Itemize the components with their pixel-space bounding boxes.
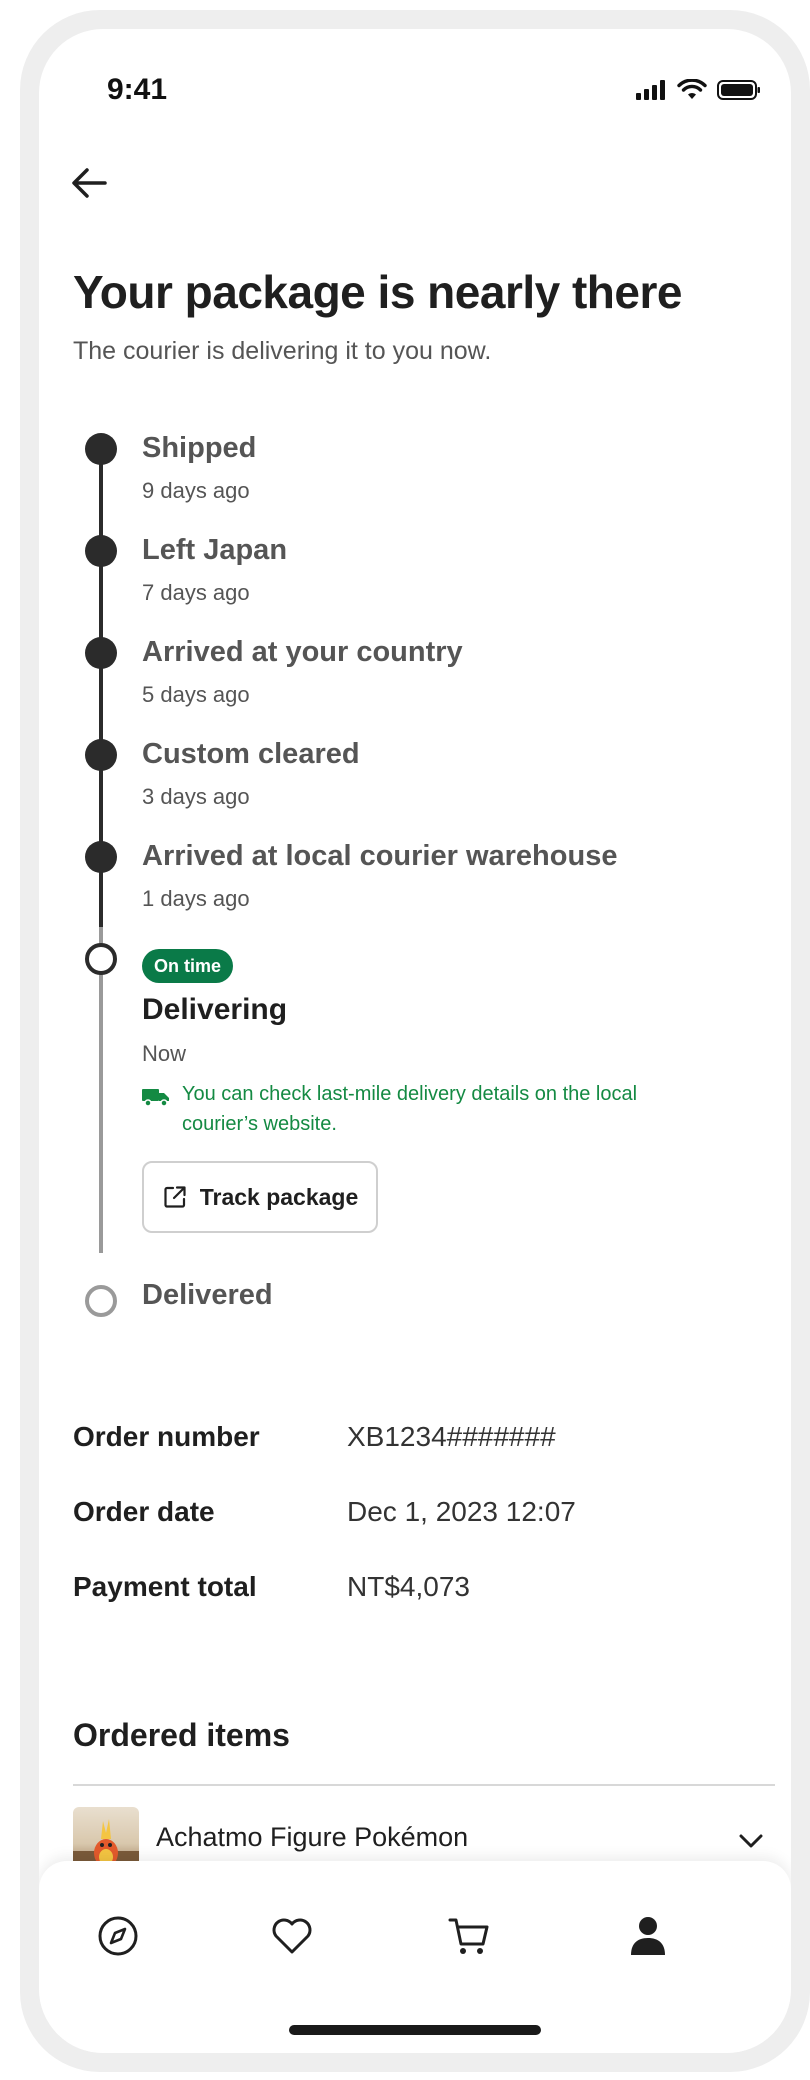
timeline-step-label: Shipped	[142, 432, 257, 464]
wifi-icon	[677, 79, 707, 99]
track-package-button[interactable]: Track package	[142, 1161, 378, 1233]
timeline-step-time: 3 days ago	[142, 784, 250, 809]
timeline-dot-completed	[85, 739, 117, 771]
timeline-dot-completed	[85, 637, 117, 669]
page-subtitle: The courier is delivering it to you now.	[73, 337, 492, 365]
status-time: 9:41	[107, 73, 168, 106]
timeline-step-label: Arrived at local courier warehouse	[142, 840, 618, 872]
timeline-step-label: Custom cleared	[142, 738, 360, 770]
order-date-value: Dec 1, 2023 12:07	[347, 1496, 576, 1527]
status-icons	[635, 79, 761, 101]
track-package-label: Track package	[199, 1183, 359, 1210]
external-link-icon	[164, 1186, 186, 1208]
last-mile-info-text: You can check last-mile delivery details…	[182, 1083, 638, 1135]
timeline-step-time: 7 days ago	[142, 580, 250, 605]
back-arrow-icon[interactable]	[65, 159, 113, 207]
truck-icon	[142, 1089, 169, 1107]
home-indicator	[289, 2025, 541, 2035]
timeline-step-time: 1 days ago	[142, 886, 250, 911]
timeline-dot-pending	[85, 1285, 117, 1317]
bottom-tab-bar	[39, 1861, 791, 2053]
phone-frame: 9:41 Your package is nearly there The co…	[20, 10, 810, 2072]
timeline-step-time: 5 days ago	[142, 682, 250, 707]
product-name[interactable]: Achatmo Figure Pokémon	[156, 1822, 468, 1853]
ordered-items-title: Ordered items	[73, 1717, 290, 1753]
order-number-value: XB1234#######	[347, 1421, 556, 1452]
heart-icon[interactable]	[267, 1911, 317, 1961]
cart-icon[interactable]	[445, 1911, 495, 1961]
timeline-step-label: Left Japan	[142, 534, 288, 566]
order-number-label: Order number	[73, 1421, 260, 1452]
timeline-step-time: 9 days ago	[142, 478, 250, 503]
current-step-time: Now	[142, 1041, 187, 1066]
battery-icon	[717, 80, 760, 100]
timeline-rail-pending	[99, 927, 103, 1253]
payment-total-label: Payment total	[73, 1571, 257, 1602]
screen: 9:41 Your package is nearly there The co…	[39, 29, 791, 2053]
timeline-dot-completed	[85, 841, 117, 873]
delivered-step-label: Delivered	[142, 1279, 273, 1311]
payment-total-value: NT$4,073	[347, 1571, 470, 1602]
compass-icon[interactable]	[93, 1911, 143, 1961]
on-time-badge: On time	[142, 949, 234, 983]
timeline-dot-completed	[85, 433, 117, 465]
order-date-label: Order date	[73, 1496, 215, 1527]
current-step-label: Delivering	[142, 993, 288, 1026]
timeline-step-label: Arrived at your country	[142, 636, 463, 668]
timeline-dot-current	[85, 943, 117, 975]
divider	[73, 1784, 775, 1786]
profile-icon[interactable]	[623, 1911, 673, 1961]
timeline-dot-completed	[85, 535, 117, 567]
page-title: Your package is nearly there	[73, 266, 682, 318]
chevron-down-icon[interactable]	[735, 1825, 767, 1857]
signal-icon	[636, 80, 665, 100]
